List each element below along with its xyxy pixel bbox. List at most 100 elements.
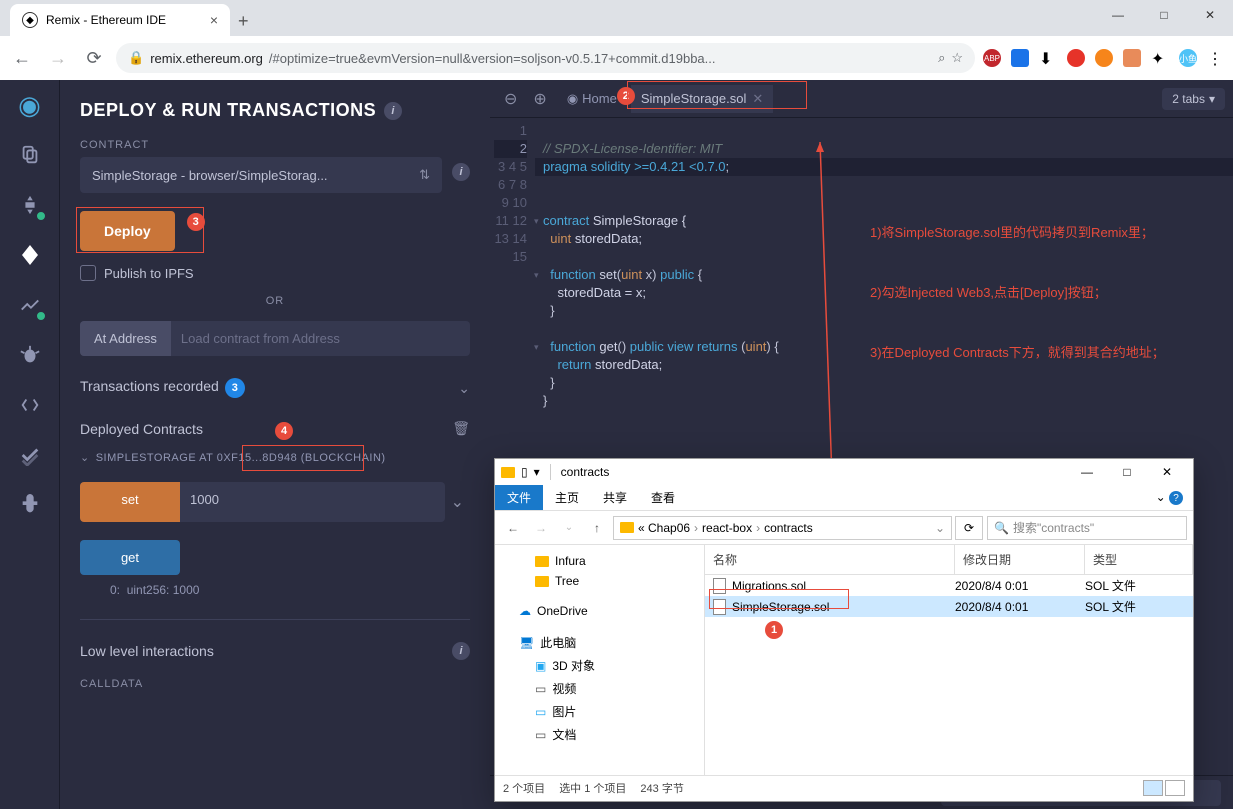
tree-docs[interactable]: ▭文档 <box>495 723 704 746</box>
explorer-titlebar[interactable]: ▯ ▾ contracts — □ ✕ <box>495 459 1193 485</box>
home-icon: ◉ <box>567 91 578 107</box>
address-input[interactable]: Load contract from Address <box>171 321 470 356</box>
contract-select[interactable]: SimpleStorage - browser/SimpleStorag... … <box>80 157 442 193</box>
trash-icon[interactable]: 🗑 <box>452 420 470 437</box>
col-name[interactable]: 名称 <box>705 545 955 574</box>
forward-button[interactable]: → <box>44 44 72 72</box>
deployed-instance-label: SIMPLESTORAGE AT 0XF15...8D948 (BLOCKCHA… <box>96 452 386 464</box>
exp-forward-button[interactable]: → <box>529 516 553 540</box>
browser-tab[interactable]: ◆ Remix - Ethereum IDE × <box>10 4 230 36</box>
list-header[interactable]: 名称 修改日期 类型 <box>705 545 1193 575</box>
get-button[interactable]: get <box>80 540 180 575</box>
ribbon-file[interactable]: 文件 <box>495 485 543 510</box>
tabs-count[interactable]: 2 tabs ▾ <box>1162 88 1225 110</box>
file-tab[interactable]: 2 SimpleStorage.sol ✕ <box>631 85 773 113</box>
exp-back-button[interactable]: ← <box>501 516 525 540</box>
exp-close-button[interactable]: ✕ <box>1147 459 1187 485</box>
compiler-icon[interactable] <box>15 190 45 220</box>
url-box[interactable]: 🔒 remix.ethereum.org/#optimize=true&evmV… <box>116 43 975 73</box>
translate-icon[interactable]: ⌕ <box>938 50 945 66</box>
plugin-icon[interactable] <box>15 490 45 520</box>
address-bar: ← → ⟳ 🔒 remix.ethereum.org/#optimize=tru… <box>0 36 1233 80</box>
home-tab[interactable]: ◉ Home <box>557 85 627 113</box>
set-input[interactable]: 1000 <box>180 482 445 522</box>
deployed-contracts-label: Deployed Contracts <box>80 421 203 437</box>
tree-3d[interactable]: ▣3D 对象 <box>495 654 704 677</box>
low-level-info-icon[interactable]: i <box>452 642 470 660</box>
tree-infura[interactable]: Infura <box>495 551 704 571</box>
explorer-ribbon: 文件 主页 共享 查看 ⌄ ? <box>495 485 1193 511</box>
abp-ext-icon[interactable]: ABP <box>983 49 1001 67</box>
deploy-button[interactable]: Deploy <box>80 211 175 251</box>
maximize-button[interactable]: □ <box>1141 0 1187 30</box>
view-details-icon[interactable] <box>1143 780 1163 796</box>
tree-tree[interactable]: Tree <box>495 571 704 591</box>
tree-thispc[interactable]: 🖥此电脑 <box>495 631 704 654</box>
ribbon-share[interactable]: 共享 <box>591 485 639 510</box>
ribbon-home[interactable]: 主页 <box>543 485 591 510</box>
publish-ipfs-checkbox[interactable] <box>80 265 96 281</box>
profile-icon[interactable]: 小鱼 <box>1179 49 1197 67</box>
unit-test-icon[interactable] <box>15 390 45 420</box>
tree-onedrive[interactable]: ☁OneDrive <box>495 601 704 621</box>
exp-recent-icon[interactable]: ⌄ <box>557 516 581 540</box>
explorer-search[interactable]: 🔍 搜索"contracts" <box>987 516 1187 540</box>
explorer-tree[interactable]: Infura Tree ☁OneDrive 🖥此电脑 ▣3D 对象 ▭视频 ▭图… <box>495 545 705 775</box>
ribbon-expand-icon[interactable]: ⌄ ? <box>1146 486 1193 510</box>
explorer-path[interactable]: « Chap06 › react-box › contracts ⌄ <box>613 516 952 540</box>
explorer-down-icon[interactable]: ▾ <box>534 465 540 479</box>
deploy-run-panel: DEPLOY & RUN TRANSACTIONS i CONTRACT Sim… <box>60 80 490 809</box>
view-thumb-icon[interactable] <box>1165 780 1185 796</box>
tab-close-icon[interactable]: × <box>210 12 218 28</box>
panel-info-icon[interactable]: i <box>384 102 402 120</box>
set-button[interactable]: set <box>80 482 180 522</box>
ext-icon-4[interactable] <box>1095 49 1113 67</box>
menu-icon[interactable]: ⋮ <box>1207 49 1225 67</box>
reload-button[interactable]: ⟳ <box>80 44 108 72</box>
chevron-down-icon[interactable]: ⌄ <box>80 451 90 464</box>
zoom-in-icon[interactable]: ⊕ <box>527 85 552 113</box>
path-dropdown-icon[interactable]: ⌄ <box>935 521 945 535</box>
file-row[interactable]: Migrations.sol 2020/8/4 0:01 SOL 文件 <box>705 575 1193 596</box>
debugger-icon[interactable] <box>15 340 45 370</box>
deploy-icon[interactable] <box>15 240 45 270</box>
window-controls: — □ ✕ <box>1095 0 1233 30</box>
remix-logo-icon[interactable]: ◉ <box>15 90 45 120</box>
new-tab-button[interactable]: + <box>230 7 257 36</box>
publish-ipfs-row[interactable]: Publish to IPFS <box>80 265 470 281</box>
annotations: 1)将SimpleStorage.sol里的代码拷贝到Remix里； 2)勾选I… <box>870 183 1165 403</box>
col-type[interactable]: 类型 <box>1085 545 1193 574</box>
col-date[interactable]: 修改日期 <box>955 545 1085 574</box>
view-icons[interactable] <box>1143 780 1185 796</box>
at-address-button[interactable]: At Address <box>80 321 171 356</box>
exp-maximize-button[interactable]: □ <box>1107 459 1147 485</box>
zoom-out-icon[interactable]: ⊖ <box>498 85 523 113</box>
remix-favicon: ◆ <box>22 12 38 28</box>
chevron-down-icon[interactable]: ⌄ <box>445 482 470 522</box>
tree-pictures[interactable]: ▭图片 <box>495 700 704 723</box>
chevron-down-icon[interactable]: ⌄ <box>458 380 470 397</box>
minimize-button[interactable]: — <box>1095 0 1141 30</box>
bookmark-icon[interactable]: ☆ <box>951 50 963 66</box>
puzzle-ext-icon[interactable]: ✦ <box>1151 49 1169 67</box>
close-window-button[interactable]: ✕ <box>1187 0 1233 30</box>
ribbon-view[interactable]: 查看 <box>639 485 687 510</box>
exp-minimize-button[interactable]: — <box>1067 459 1107 485</box>
back-button[interactable]: ← <box>8 44 36 72</box>
contract-info-icon[interactable]: i <box>452 163 470 181</box>
file-explorer-icon[interactable] <box>15 140 45 170</box>
ext-icon-3[interactable] <box>1067 49 1085 67</box>
file-row-selected[interactable]: SimpleStorage.sol 2020/8/4 0:01 SOL 文件 <box>705 596 1193 617</box>
ext-icon-2[interactable] <box>1011 49 1029 67</box>
analysis-badge <box>35 310 47 322</box>
tree-video[interactable]: ▭视频 <box>495 677 704 700</box>
metamask-ext-icon[interactable] <box>1123 49 1141 67</box>
download-ext-icon[interactable]: ⬇ <box>1039 49 1057 67</box>
exp-refresh-button[interactable]: ⟳ <box>955 516 983 540</box>
deployed-instance-row[interactable]: ⌄ SIMPLESTORAGE AT 0XF15...8D948 (BLOCKC… <box>80 451 470 464</box>
exp-up-button[interactable]: ↑ <box>585 516 609 540</box>
close-tab-icon[interactable]: ✕ <box>752 91 763 107</box>
analysis-icon[interactable] <box>15 290 45 320</box>
verify-icon[interactable] <box>15 440 45 470</box>
tx-recorded-row[interactable]: Transactions recorded3 ⌄ <box>80 378 470 398</box>
